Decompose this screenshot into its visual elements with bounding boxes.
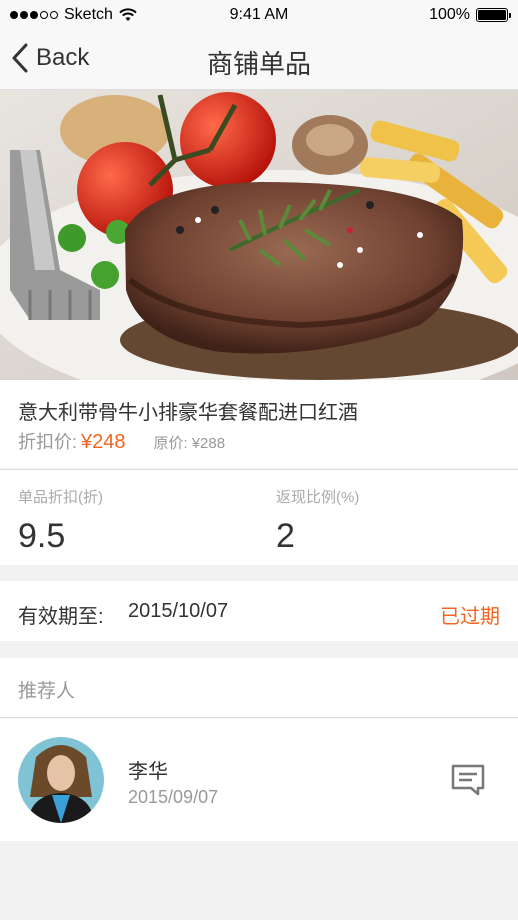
message-icon[interactable]	[450, 763, 486, 797]
cashback-value: 2	[276, 517, 295, 555]
original-price-label: 原价:	[153, 435, 188, 452]
battery-icon	[476, 8, 511, 22]
chevron-left-icon	[12, 43, 28, 73]
product-image	[0, 90, 518, 380]
battery-fill	[478, 10, 506, 20]
referrer-card[interactable]: 李华 2015/09/07	[0, 719, 518, 841]
expired-status: 已过期	[440, 606, 500, 628]
battery-percent: 100%	[429, 6, 470, 23]
validity-date: 2015/10/07	[128, 600, 229, 622]
discount-price-label: 折扣价:	[18, 432, 78, 452]
back-label: Back	[36, 44, 90, 71]
stats-section: 单品折扣(折) 9.5 返现比例(%) 2	[0, 469, 518, 565]
price-row: 折扣价: ¥248 原价: ¥288	[18, 428, 225, 454]
validity-row: 有效期至: 2015/10/07 已过期	[0, 581, 518, 641]
validity-label: 有效期至:	[18, 606, 104, 628]
original-price: ¥288	[191, 435, 226, 452]
avatar[interactable]	[18, 737, 104, 823]
back-button[interactable]: Back	[10, 42, 89, 74]
steak-image	[0, 90, 518, 380]
referrer-name: 李华	[128, 761, 168, 783]
discount-price: ¥248	[81, 431, 126, 453]
discount-stat: 单品折扣(折) 9.5	[18, 486, 103, 556]
referrer-header: 推荐人	[0, 658, 518, 718]
avatar-image	[18, 737, 104, 823]
status-bar: Sketch 9:41 AM 100%	[0, 0, 518, 30]
product-name: 意大利带骨牛小排豪华套餐配进口红酒	[18, 402, 358, 424]
navigation-bar: Back 商铺单品	[0, 30, 518, 90]
discount-label: 单品折扣(折)	[18, 489, 103, 506]
cashback-label: 返现比例(%)	[276, 489, 360, 506]
cashback-stat: 返现比例(%) 2	[276, 486, 359, 556]
referrer-section-title: 推荐人	[18, 681, 76, 702]
status-right: 100%	[429, 6, 511, 24]
product-info: 意大利带骨牛小排豪华套餐配进口红酒 折扣价: ¥248 原价: ¥288	[0, 380, 518, 468]
discount-value: 9.5	[18, 517, 66, 555]
referrer-date: 2015/09/07	[128, 787, 219, 807]
